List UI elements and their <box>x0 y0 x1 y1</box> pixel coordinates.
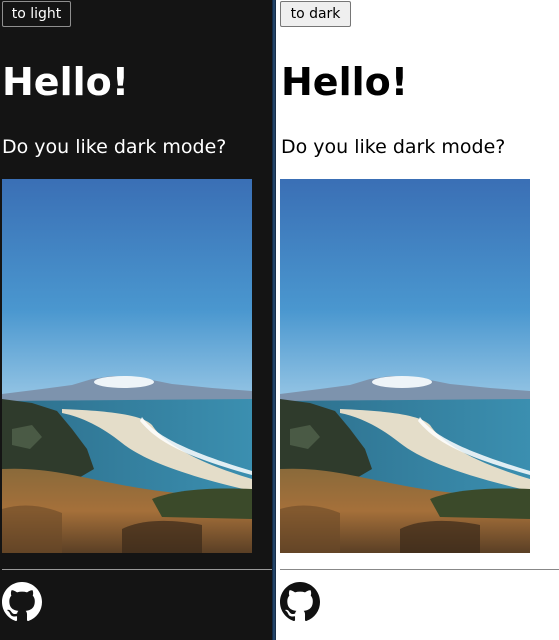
github-icon[interactable] <box>280 582 320 622</box>
footer-divider <box>280 569 559 570</box>
footer-divider <box>2 569 272 570</box>
landscape-photo <box>2 179 252 553</box>
light-mode-panel: to dark Hello! Do you like dark mode? <box>276 0 559 640</box>
question-text: Do you like dark mode? <box>2 136 227 158</box>
to-dark-button[interactable]: to dark <box>280 1 351 27</box>
github-icon[interactable] <box>2 582 42 622</box>
question-text: Do you like dark mode? <box>281 136 506 158</box>
landscape-photo <box>280 179 530 553</box>
page-title: Hello! <box>281 60 409 104</box>
dark-mode-panel: to light Hello! Do you like dark mode? <box>0 0 272 640</box>
page-title: Hello! <box>2 60 130 104</box>
to-light-button[interactable]: to light <box>2 1 71 27</box>
